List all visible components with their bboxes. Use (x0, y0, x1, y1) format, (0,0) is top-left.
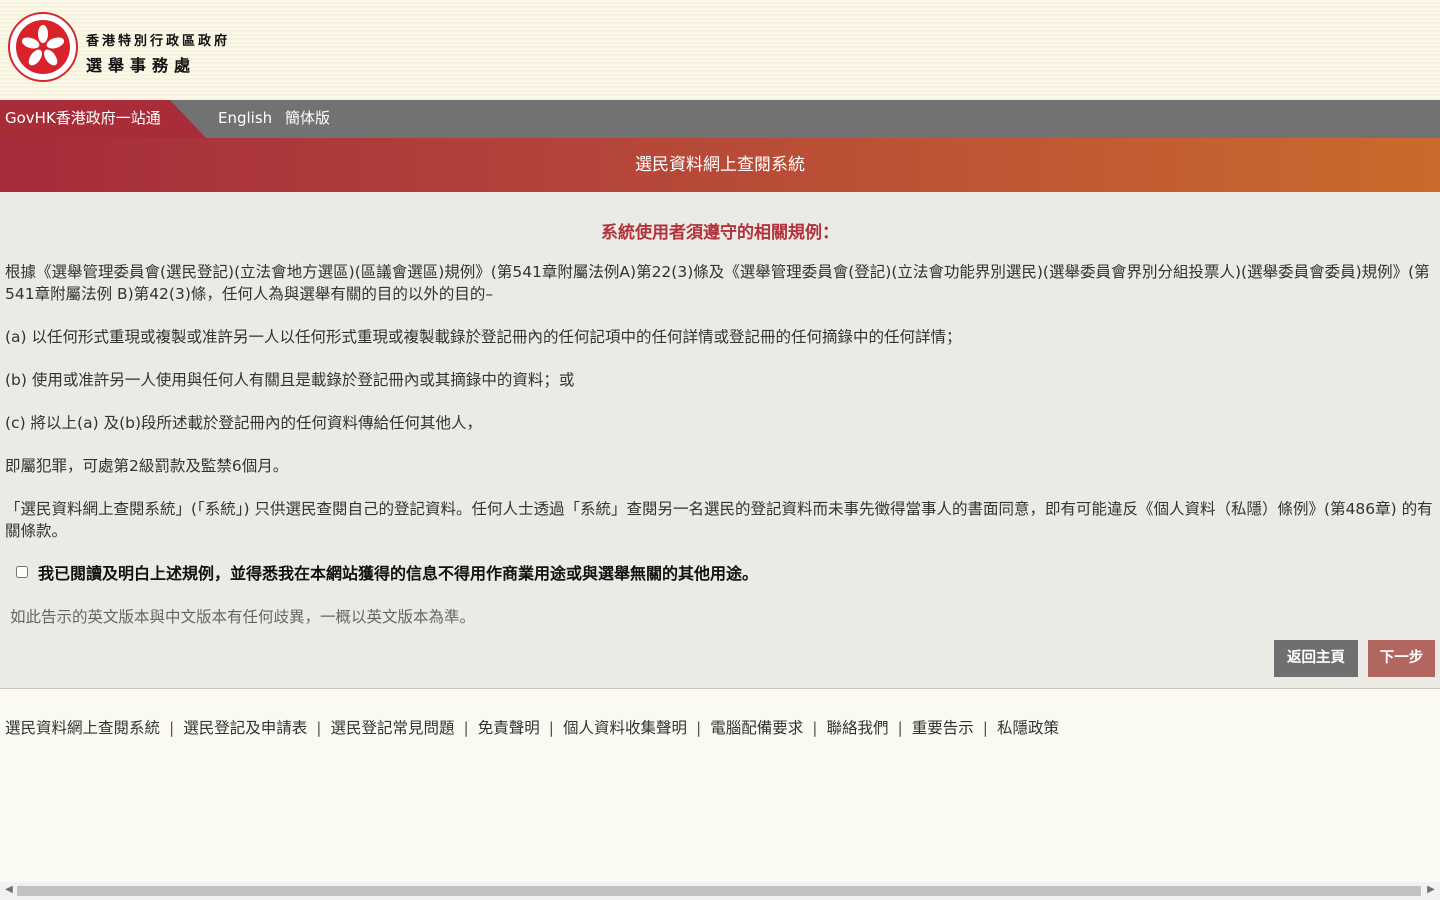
footer-separator: | (982, 719, 988, 737)
top-nav-bar: GovHK香港政府一站通 English 簡体版 (0, 100, 1440, 138)
footer-separator: | (696, 719, 702, 737)
horizontal-scrollbar[interactable]: ◀ ▶ (0, 882, 1440, 900)
footer-link-pics[interactable]: 個人資料收集聲明 (563, 719, 687, 737)
privacy-notice: 「選民資料網上查閱系統」(「系統」) 只供選民查閱自己的登記資料。任何人士透過「… (5, 500, 1433, 540)
footer-link-faq[interactable]: 選民登記常見問題 (331, 719, 455, 737)
agree-checkbox[interactable] (16, 566, 28, 578)
return-home-button[interactable]: 返回主頁 (1274, 640, 1358, 677)
department-name: 香港特別行政區政府 選舉事務處 (86, 30, 230, 76)
footer-link-important-notices[interactable]: 重要告示 (912, 719, 974, 737)
dept-line1: 香港特別行政區政府 (86, 34, 231, 49)
scrollbar-thumb[interactable] (17, 886, 1421, 896)
language-note: 如此告示的英文版本與中文版本有任何歧異，一概以英文版本為準。 (10, 608, 476, 626)
scroll-left-icon[interactable]: ◀ (2, 884, 16, 895)
footer-link-privacy[interactable]: 私隱政策 (997, 719, 1059, 737)
footer-separator: | (897, 719, 903, 737)
footer-link-system[interactable]: 選民資料網上查閱系統 (5, 719, 160, 737)
footer-separator: | (548, 719, 554, 737)
footer-separator: | (812, 719, 818, 737)
agree-label[interactable]: 我已閱讀及明白上述規例，並得悉我在本網站獲得的信息不得用作商業用途或與選舉無關的… (38, 560, 758, 584)
footer-separator: | (463, 719, 469, 737)
footer-separator: | (316, 719, 322, 737)
rules-title: 系統使用者須遵守的相關規例： (601, 223, 839, 243)
main-content: 系統使用者須遵守的相關規例： 根據《選舉管理委員會(選民登記)(立法會地方選區)… (0, 192, 1440, 689)
footer-separator: | (169, 719, 175, 737)
lang-english-link[interactable]: English (218, 109, 272, 127)
hksar-emblem-icon[interactable] (8, 12, 78, 82)
footer-link-registration-forms[interactable]: 選民登記及申請表 (183, 719, 307, 737)
rule-item-a: (a) 以任何形式重現或複製或准許另一人以任何形式重現或複製載錄於登記冊內的任何… (5, 328, 962, 346)
dept-line2: 選舉事務處 (86, 56, 197, 75)
govhk-link[interactable]: GovHK香港政府一站通 (5, 107, 161, 128)
rules-intro: 根據《選舉管理委員會(選民登記)(立法會地方選區)(區議會選區)規例》(第541… (5, 263, 1430, 303)
footer-link-disclaimer[interactable]: 免責聲明 (478, 719, 540, 737)
rule-item-c: (c) 將以上(a) 及(b)段所述載於登記冊內的任何資料傳給任何其他人， (5, 414, 482, 432)
footer-links: 選民資料網上查閱系統 | 選民登記及申請表 | 選民登記常見問題 | 免責聲明 | 個人資料收集… (5, 716, 1059, 738)
scroll-right-icon[interactable]: ▶ (1424, 884, 1438, 895)
rule-item-b: (b) 使用或准許另一人使用與任何人有關且是載錄於登記冊內或其摘錄中的資料；或 (5, 371, 575, 389)
site-header: 香港特別行政區政府 選舉事務處 (0, 0, 1440, 100)
lang-simplified-link[interactable]: 簡体版 (285, 109, 330, 127)
language-links: English 簡体版 (218, 107, 338, 128)
penalty-text: 即屬犯罪，可處第2級罰款及監禁6個月。 (5, 457, 289, 475)
system-title-banner: 選民資料網上查閱系統 (0, 138, 1440, 192)
footer-link-requirements[interactable]: 電腦配備要求 (710, 719, 803, 737)
agree-row[interactable]: 我已閱讀及明白上述規例，並得悉我在本網站獲得的信息不得用作商業用途或與選舉無關的… (16, 560, 758, 584)
footer-link-contact[interactable]: 聯絡我們 (827, 719, 889, 737)
next-step-button[interactable]: 下一步 (1368, 640, 1435, 677)
